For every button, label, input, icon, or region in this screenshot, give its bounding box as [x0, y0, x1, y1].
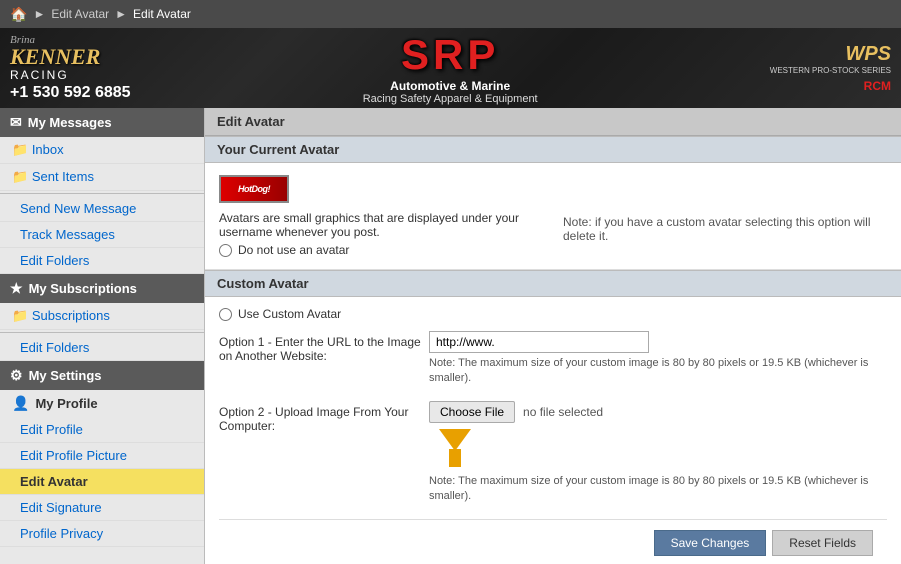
content-area: Edit Avatar Your Current Avatar HotDog! …: [205, 108, 901, 564]
banner-logo-racing: RACING: [10, 68, 69, 82]
current-avatar-image: HotDog!: [219, 175, 289, 203]
use-custom-avatar-row: Use Custom Avatar: [219, 307, 887, 321]
avatar-label: HotDog!: [238, 184, 270, 194]
option1-note: Note: The maximum size of your custom im…: [429, 356, 887, 387]
profile-person-icon: 👤: [12, 395, 29, 412]
no-avatar-label: Do not use an avatar: [238, 243, 349, 257]
content-inner: Edit Avatar Your Current Avatar HotDog! …: [205, 108, 901, 564]
arrow-container: [429, 429, 887, 470]
breadcrumb-current: Edit Avatar: [133, 7, 191, 21]
sidebar-section-subscriptions: ★ My Subscriptions 📁 Subscriptions Edit …: [0, 274, 204, 361]
arrow-head-icon: [439, 429, 471, 451]
option1-control: Note: The maximum size of your custom im…: [429, 331, 887, 387]
settings-icon: ⚙: [10, 367, 23, 384]
breadcrumb-settings[interactable]: Edit Avatar: [51, 7, 109, 21]
no-avatar-radio[interactable]: [219, 244, 232, 257]
choose-file-button[interactable]: Choose File: [429, 401, 515, 423]
avatar-description: Avatars are small graphics that are disp…: [219, 211, 543, 239]
divider2: [0, 332, 204, 333]
option2-note: Note: The maximum size of your custom im…: [429, 474, 887, 505]
sidebar-header-settings: ⚙ My Settings: [0, 361, 204, 390]
messages-folder-icon: ✉: [10, 114, 22, 131]
banner: Brina KENNER RACING +1 530 592 6885 SRP …: [0, 28, 901, 108]
banner-sub1: Automotive & Marine: [390, 79, 510, 93]
arrow-stem-icon: [449, 449, 461, 467]
section-body-current-avatar: HotDog! Avatars are small graphics that …: [205, 163, 901, 270]
sidebar-item-edit-profile-picture[interactable]: Edit Profile Picture: [0, 443, 204, 469]
sent-folder-icon: 📁: [12, 169, 32, 184]
no-avatar-radio-row: Do not use an avatar: [219, 243, 543, 257]
sidebar-header-subscriptions: ★ My Subscriptions: [0, 274, 204, 303]
avatar-right-col: Note: if you have a custom avatar select…: [563, 211, 887, 257]
inbox-folder-icon: 📁: [12, 142, 32, 157]
breadcrumb-separator1: ►: [33, 7, 45, 21]
banner-right: WPS WESTERN PRO-STOCK SERIES RCM: [770, 43, 891, 93]
sidebar-item-edit-profile[interactable]: Edit Profile: [0, 417, 204, 443]
banner-sub2: Racing Safety Apparel & Equipment: [363, 93, 538, 105]
sidebar-item-sent[interactable]: 📁 Sent Items: [0, 164, 204, 191]
option2-control: Choose File no file selected Note: The m…: [429, 401, 887, 505]
divider1: [0, 193, 204, 194]
sidebar: ✉ My Messages 📁 Inbox 📁 Sent Items Send …: [0, 108, 205, 564]
file-upload-row: Choose File no file selected: [429, 401, 887, 423]
avatar-info-row: Avatars are small graphics that are disp…: [219, 211, 887, 257]
sidebar-item-edit-signature[interactable]: Edit Signature: [0, 495, 204, 521]
sidebar-section-messages: ✉ My Messages 📁 Inbox 📁 Sent Items Send …: [0, 108, 204, 274]
panel-title: Edit Avatar: [205, 108, 901, 136]
sidebar-settings-label: My Settings: [29, 368, 102, 383]
banner-srp-logo: SRP: [401, 31, 499, 79]
home-icon[interactable]: 🏠: [10, 6, 27, 23]
breadcrumb-separator2: ►: [115, 7, 127, 21]
save-changes-button[interactable]: Save Changes: [654, 530, 767, 556]
sidebar-item-profile-privacy[interactable]: Profile Privacy: [0, 521, 204, 547]
url-input[interactable]: [429, 331, 649, 353]
main-layout: ✉ My Messages 📁 Inbox 📁 Sent Items Send …: [0, 108, 901, 564]
my-profile-label: My Profile: [35, 396, 97, 411]
sidebar-item-send-message[interactable]: Send New Message: [0, 196, 204, 222]
section-header-current-avatar: Your Current Avatar: [205, 136, 901, 163]
subscriptions-icon: ★: [10, 280, 23, 297]
use-custom-avatar-radio[interactable]: [219, 308, 232, 321]
sidebar-header-messages: ✉ My Messages: [0, 108, 204, 137]
banner-phone: +1 530 592 6885: [10, 84, 131, 102]
sidebar-item-my-profile[interactable]: 👤 My Profile: [0, 390, 204, 417]
sidebar-messages-label: My Messages: [28, 115, 112, 130]
section-header-custom-avatar: Custom Avatar: [205, 270, 901, 297]
no-file-label: no file selected: [523, 405, 603, 419]
arrow-indicator: [439, 429, 471, 467]
banner-center: SRP Automotive & Marine Racing Safety Ap…: [363, 31, 538, 105]
avatar-left-col: Avatars are small graphics that are disp…: [219, 211, 543, 257]
sidebar-item-inbox[interactable]: 📁 Inbox: [0, 137, 204, 164]
option2-label: Option 2 - Upload Image From Your Comput…: [219, 401, 429, 433]
sidebar-item-subscriptions[interactable]: 📁 Subscriptions: [0, 303, 204, 330]
banner-rcm: RCM: [864, 79, 891, 93]
sidebar-item-edit-folders-subs[interactable]: Edit Folders: [0, 335, 204, 361]
footer-buttons: Save Changes Reset Fields: [219, 519, 887, 564]
sidebar-item-edit-avatar[interactable]: Edit Avatar: [0, 469, 204, 495]
banner-wps-logo: WPS: [845, 43, 891, 66]
sidebar-section-settings: ⚙ My Settings 👤 My Profile Edit Profile …: [0, 361, 204, 547]
banner-logo-kenner: KENNER: [10, 46, 100, 68]
breadcrumb: 🏠 ► Edit Avatar ► Edit Avatar: [10, 6, 191, 23]
sidebar-item-track-messages[interactable]: Track Messages: [0, 222, 204, 248]
sidebar-subscriptions-label: My Subscriptions: [29, 281, 137, 296]
sidebar-item-edit-folders-messages[interactable]: Edit Folders: [0, 248, 204, 274]
top-bar: 🏠 ► Edit Avatar ► Edit Avatar: [0, 0, 901, 28]
option1-label: Option 1 - Enter the URL to the Image on…: [219, 331, 429, 363]
use-custom-avatar-label: Use Custom Avatar: [238, 307, 341, 321]
section-body-custom-avatar: Use Custom Avatar Option 1 - Enter the U…: [205, 297, 901, 564]
option1-row: Option 1 - Enter the URL to the Image on…: [219, 331, 887, 387]
option2-row: Option 2 - Upload Image From Your Comput…: [219, 401, 887, 505]
reset-fields-button[interactable]: Reset Fields: [772, 530, 873, 556]
subscriptions-folder-icon: 📁: [12, 308, 32, 323]
no-avatar-note: Note: if you have a custom avatar select…: [563, 215, 871, 243]
banner-wps-sub: WESTERN PRO-STOCK SERIES: [770, 66, 891, 75]
banner-left: Brina KENNER RACING +1 530 592 6885: [10, 34, 131, 102]
